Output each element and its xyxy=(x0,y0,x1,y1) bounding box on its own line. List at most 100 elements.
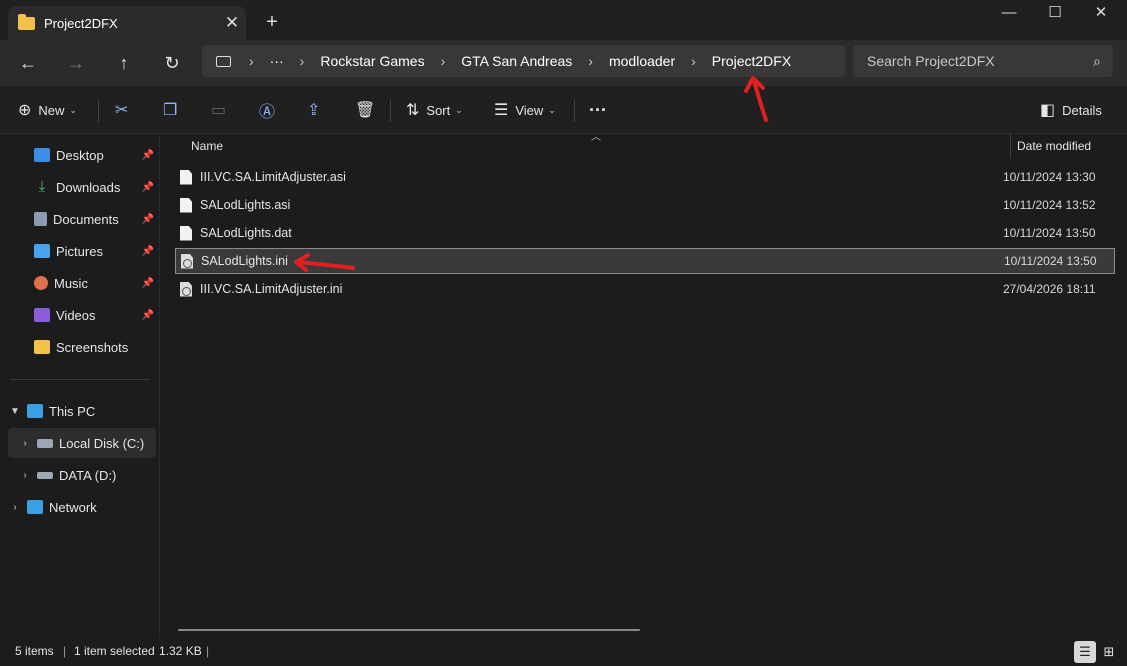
chevron-down-icon: ⌄ xyxy=(548,104,556,115)
pin-icon: 📌 xyxy=(141,245,154,257)
title-bar: Project2DFX ✕ + — ☐ ✕ xyxy=(0,0,1127,40)
chevron-right-icon[interactable]: › xyxy=(300,53,305,69)
refresh-button[interactable]: ↻ xyxy=(157,48,187,78)
scissors-icon: ✂ xyxy=(115,102,129,119)
rename-button[interactable]: Ⓐ xyxy=(259,96,282,124)
sidebar-item-downloads[interactable]: ⤓ Downloads 📌 xyxy=(8,172,156,202)
breadcrumb-gta-san-andreas[interactable]: GTA San Andreas xyxy=(461,53,572,69)
item-count: 5 items xyxy=(15,644,54,658)
breadcrumb-rockstar-games[interactable]: Rockstar Games xyxy=(320,53,424,69)
file-list: ︿ Name Date modified III.VC.SA.LimitAdju… xyxy=(161,132,1127,639)
sidebar-item-pictures[interactable]: Pictures 📌 xyxy=(8,236,156,266)
pin-icon: 📌 xyxy=(141,181,154,193)
chevron-right-icon[interactable]: › xyxy=(588,53,593,69)
music-icon xyxy=(34,276,48,290)
divider xyxy=(390,100,391,122)
sidebar-item-documents[interactable]: Documents 📌 xyxy=(8,204,156,234)
view-lines-icon: ☰ xyxy=(494,102,509,119)
navigation-pane: Desktop 📌 ⤓ Downloads 📌 Documents 📌 Pict… xyxy=(0,134,160,639)
tab-close-icon[interactable]: ✕ xyxy=(218,13,246,33)
horizontal-scrollbar[interactable] xyxy=(178,629,640,631)
close-window-button[interactable]: ✕ xyxy=(1078,0,1124,32)
minimize-button[interactable]: — xyxy=(986,0,1032,32)
chevron-right-icon[interactable]: › xyxy=(18,470,32,481)
file-row[interactable]: III.VC.SA.LimitAdjuster.ini 27/04/2026 1… xyxy=(175,276,1115,302)
sort-label: Sort xyxy=(426,102,451,118)
sidebar-item-music[interactable]: Music 📌 xyxy=(8,268,156,298)
file-row[interactable]: III.VC.SA.LimitAdjuster.asi 10/11/2024 1… xyxy=(175,164,1115,190)
delete-button[interactable]: 🗑 xyxy=(355,96,382,124)
chevron-right-icon[interactable]: › xyxy=(441,53,446,69)
file-name: III.VC.SA.LimitAdjuster.ini xyxy=(200,282,343,296)
file-row-selected[interactable]: SALodLights.ini 10/11/2024 13:50 xyxy=(175,248,1115,274)
paste-button[interactable]: ▭ xyxy=(211,96,233,124)
address-bar[interactable]: › ··· › Rockstar Games › GTA San Andreas… xyxy=(202,45,845,77)
computer-icon xyxy=(27,404,43,418)
video-icon xyxy=(34,308,50,322)
search-input[interactable]: Search Project2DFX ⌕ xyxy=(853,45,1113,77)
file-icon xyxy=(180,197,192,213)
new-tab-button[interactable]: + xyxy=(258,8,286,36)
column-header-date-modified[interactable]: Date modified xyxy=(1017,134,1091,158)
maximize-button[interactable]: ☐ xyxy=(1032,0,1078,32)
chevron-right-icon[interactable]: › xyxy=(8,502,22,513)
file-row[interactable]: SALodLights.dat 10/11/2024 13:50 xyxy=(175,220,1115,246)
back-button[interactable]: ← xyxy=(13,48,43,78)
breadcrumb-overflow[interactable]: ··· xyxy=(270,53,284,69)
sidebar-item-screenshots[interactable]: Screenshots xyxy=(8,332,156,362)
details-label: Details xyxy=(1062,102,1102,118)
navigation-bar: ← → ↑ ↻ › ··· › Rockstar Games › GTA San… xyxy=(0,40,1127,86)
sidebar-item-data-drive[interactable]: › DATA (D:) xyxy=(8,460,156,490)
drive-icon xyxy=(37,471,53,479)
chevron-down-icon[interactable]: ▼ xyxy=(8,406,22,417)
divider xyxy=(574,100,575,122)
search-placeholder: Search Project2DFX xyxy=(867,53,995,69)
file-name: SALodLights.asi xyxy=(200,198,291,212)
chevron-right-icon[interactable]: › xyxy=(691,53,696,69)
sidebar-item-label: DATA (D:) xyxy=(59,467,117,483)
status-bar: 5 items | 1 item selected 1.32 KB | ☰ ⊞ xyxy=(0,639,1127,666)
tab-project2dfx[interactable]: Project2DFX ✕ xyxy=(8,6,246,40)
trash-icon: 🗑 xyxy=(355,102,376,119)
up-button[interactable]: ↑ xyxy=(109,48,139,78)
breadcrumb-project2dfx[interactable]: Project2DFX xyxy=(712,53,791,69)
sidebar-item-this-pc[interactable]: ▼ This PC xyxy=(8,396,156,426)
sidebar-item-label: Local Disk (C:) xyxy=(59,435,145,451)
sidebar-item-local-disk[interactable]: › Local Disk (C:) xyxy=(8,428,156,458)
file-date: 10/11/2024 13:50 xyxy=(1003,226,1096,240)
sort-button[interactable]: ⇅ Sort ⌄ xyxy=(406,96,463,124)
breadcrumb-modloader[interactable]: modloader xyxy=(609,53,675,69)
cut-button[interactable]: ✂ xyxy=(115,96,135,124)
share-button[interactable]: ⇪ xyxy=(307,96,327,124)
file-date: 10/11/2024 13:30 xyxy=(1003,170,1096,184)
tiles-view-button[interactable]: ⊞ xyxy=(1098,641,1120,663)
sidebar-item-videos[interactable]: Videos 📌 xyxy=(8,300,156,330)
more-options-button[interactable]: ··· xyxy=(589,96,607,124)
sort-icon: ⇅ xyxy=(406,102,420,119)
sidebar-item-label: This PC xyxy=(49,403,96,419)
tab-title: Project2DFX xyxy=(44,15,118,31)
copy-button[interactable]: ❐ xyxy=(163,96,184,124)
forward-button[interactable]: → xyxy=(61,48,91,78)
sidebar-item-label: Videos xyxy=(56,307,96,323)
details-view-button[interactable]: ☰ xyxy=(1074,641,1096,663)
file-row[interactable]: SALodLights.asi 10/11/2024 13:52 xyxy=(175,192,1115,218)
column-divider[interactable] xyxy=(1010,134,1011,158)
column-header-name[interactable]: Name xyxy=(191,134,223,158)
picture-icon xyxy=(34,244,50,258)
new-button[interactable]: ⊕ New ⌄ xyxy=(18,96,77,124)
chevron-right-icon[interactable]: › xyxy=(249,53,254,69)
selection-size: 1.32 KB xyxy=(159,644,202,658)
chevron-right-icon[interactable]: › xyxy=(18,438,32,449)
file-name: III.VC.SA.LimitAdjuster.asi xyxy=(200,170,346,184)
status-divider: | xyxy=(63,644,67,658)
details-pane-button[interactable]: ◧ Details xyxy=(1040,96,1102,124)
sidebar-item-network[interactable]: › Network xyxy=(8,492,156,522)
file-icon xyxy=(180,169,192,185)
sidebar-item-desktop[interactable]: Desktop 📌 xyxy=(8,140,156,170)
view-button[interactable]: ☰ View ⌄ xyxy=(494,96,556,124)
selection-count: 1 item selected xyxy=(74,644,155,658)
file-date: 27/04/2026 18:11 xyxy=(1003,282,1096,296)
pin-icon: 📌 xyxy=(141,309,154,321)
computer-icon[interactable] xyxy=(216,55,231,67)
